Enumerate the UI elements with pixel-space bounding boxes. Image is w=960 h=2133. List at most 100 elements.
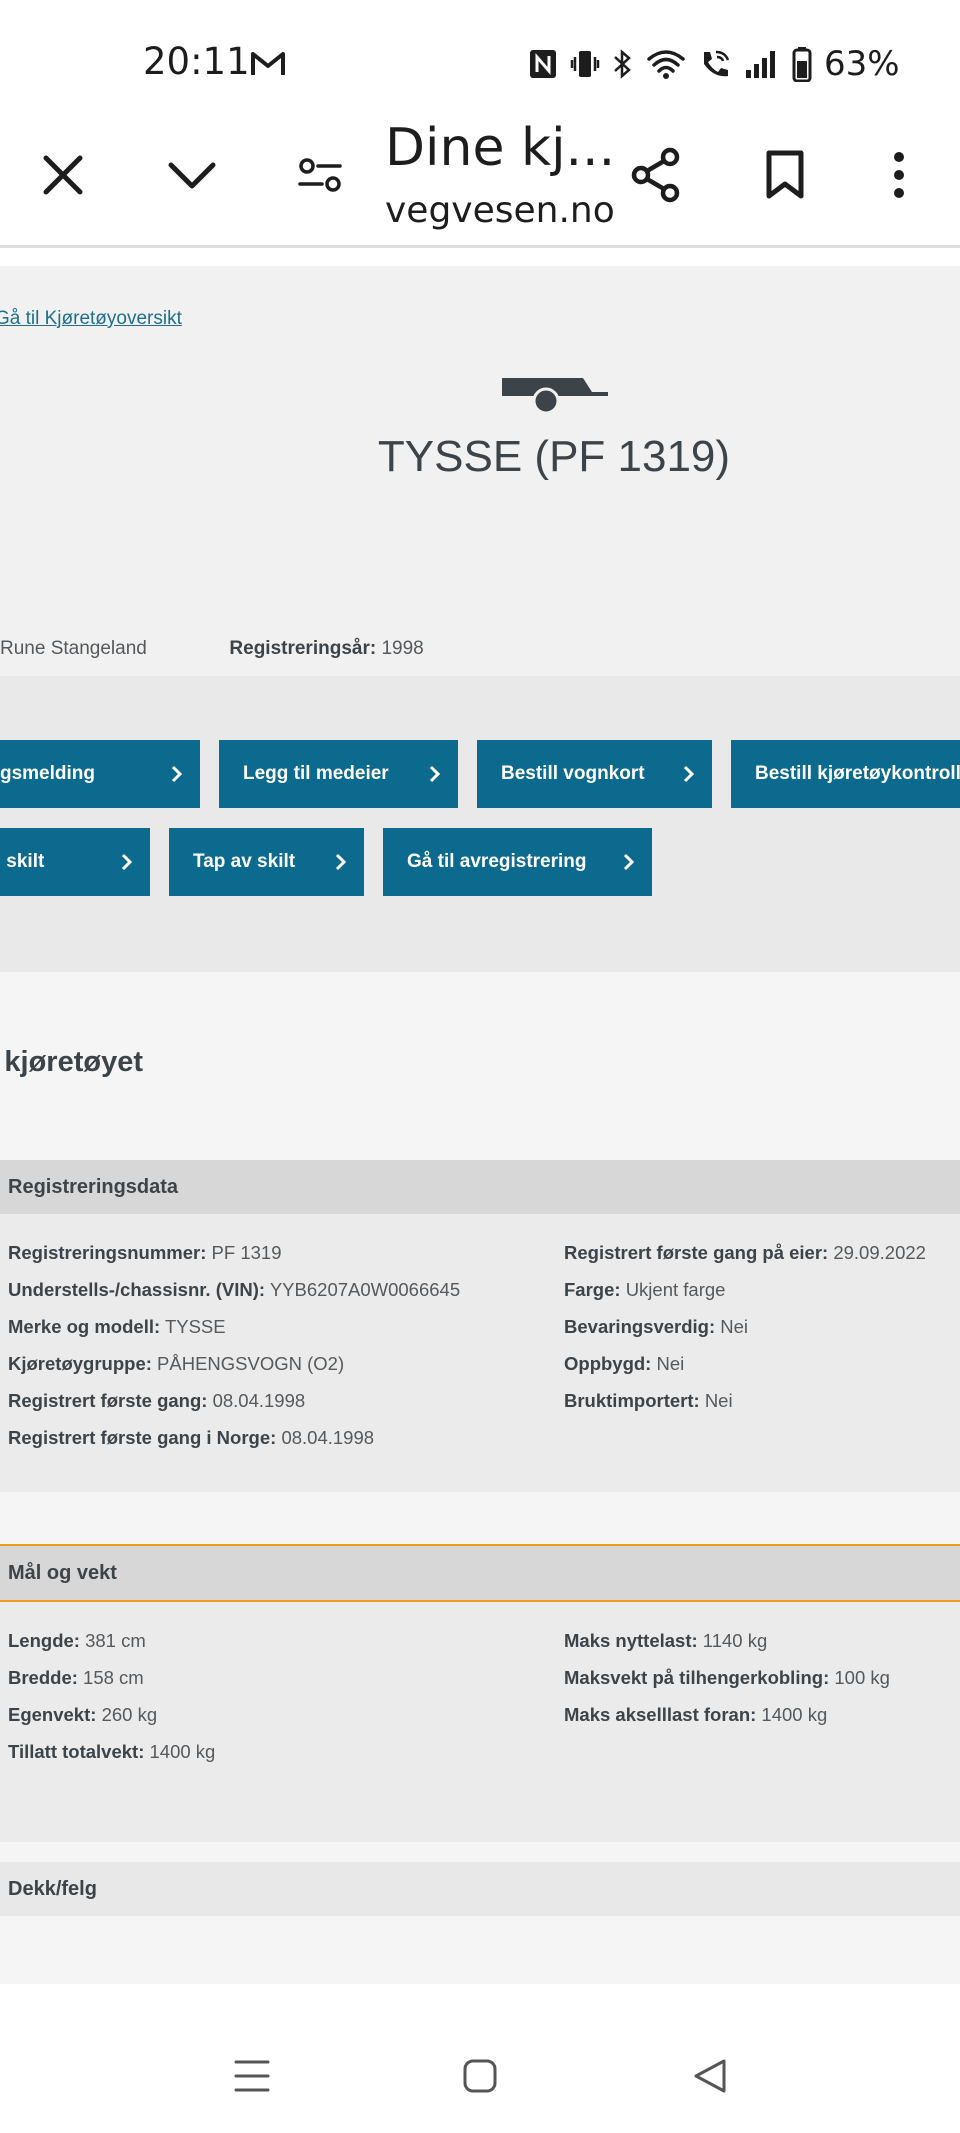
data-value: 260 kg [101, 1704, 158, 1725]
data-row: Lengde: 381 cm [8, 1630, 146, 1652]
order-registration-card-button[interactable]: Bestill vognkort [477, 740, 712, 808]
trailer-icon [502, 378, 608, 415]
data-value: Nei [704, 1390, 733, 1411]
data-label: Farge: [564, 1279, 621, 1300]
more-options-button[interactable] [864, 140, 934, 210]
data-label: Egenvekt: [8, 1704, 97, 1725]
data-label: Bredde: [8, 1667, 78, 1688]
section-heading-text: Om kjøretøyet [0, 1046, 143, 1078]
data-row: Maksvekt på tilhengerkobling: 100 kg [564, 1667, 890, 1689]
bookmark-icon [766, 150, 804, 199]
url-domain[interactable]: vegvesen.no [385, 190, 615, 231]
data-label: Maks nyttelast: [564, 1630, 698, 1651]
chevron-right-icon [335, 853, 347, 871]
chevron-right-icon [171, 765, 183, 783]
chevron-right-icon [429, 765, 441, 783]
battery-percent: 63% [824, 44, 900, 84]
recent-apps-button[interactable] [222, 2046, 282, 2106]
reg-year-label: Registreringsår: [229, 638, 377, 659]
button-label: Tap av skilt [193, 851, 296, 872]
lost-plates-button[interactable]: Tap av skilt [169, 828, 364, 896]
page-settings-button[interactable] [285, 140, 355, 210]
share-icon [631, 147, 680, 203]
close-tab-button[interactable] [28, 140, 98, 210]
data-value: Ukjent farge [625, 1279, 726, 1300]
data-value: 1400 kg [149, 1741, 216, 1762]
accordion-dimensions-weight[interactable]: Mål og vekt [0, 1544, 960, 1602]
data-row: Bruktimportert: Nei [564, 1390, 733, 1412]
data-row: Registreringsnummer: PF 1319 [8, 1242, 281, 1264]
data-value: 381 cm [85, 1630, 146, 1651]
vehicle-title: TYSSE (PF 1319) [377, 432, 731, 481]
gmail-icon [251, 52, 285, 75]
order-vehicle-inspection-button[interactable]: Bestill kjøretøykontroll [731, 740, 960, 808]
button-label: Ny salgsmelding [0, 763, 95, 784]
order-plates-button[interactable]: Bestill skilt [0, 828, 150, 896]
data-label: Registrert første gang på eier: [564, 1242, 829, 1263]
back-button[interactable] [680, 2046, 740, 2106]
data-row: Oppbygd: Nei [564, 1353, 684, 1375]
data-value: 08.04.1998 [212, 1390, 306, 1411]
data-label: Understells-/chassisnr. (VIN): [8, 1279, 266, 1300]
button-label: Bestill skilt [0, 851, 45, 872]
new-sales-notice-button[interactable]: Ny salgsmelding [0, 740, 200, 808]
data-row: Tillatt totalvekt: 1400 kg [8, 1741, 215, 1763]
wifi-icon [647, 50, 685, 79]
tab-title[interactable]: Dine kj... [385, 118, 615, 178]
data-row: Merke og modell: TYSSE [8, 1316, 226, 1338]
owner-name: Rune Stangeland [0, 638, 147, 659]
accordion-title: Registreringsdata [8, 1175, 179, 1198]
wifi-calling-icon [704, 50, 730, 77]
accordion-tires-rims[interactable]: Dekk/felg [0, 1862, 960, 1916]
data-label: Maks akselllast foran: [564, 1704, 757, 1725]
back-to-overview-link[interactable]: Gå til Kjøretøyoversikt [0, 308, 182, 330]
data-row: Kjøretøygruppe: PÅHENGSVOGN (O2) [8, 1353, 344, 1375]
battery-icon [792, 47, 812, 82]
button-label: Bestill vognkort [501, 763, 645, 784]
home-button[interactable] [450, 2046, 510, 2106]
system-nav-bar [0, 2018, 960, 2133]
data-label: Registrert første gang: [8, 1390, 208, 1411]
data-label: Tillatt totalvekt: [8, 1741, 145, 1762]
add-co-owner-button[interactable]: Legg til medeier [219, 740, 458, 808]
section-heading: Om kjøretøyet [0, 1046, 143, 1079]
minimize-button[interactable] [157, 140, 227, 210]
nfc-icon [530, 50, 556, 78]
data-label: Lengde: [8, 1630, 80, 1651]
page-settings-icon [298, 158, 342, 192]
data-row: Bredde: 158 cm [8, 1667, 144, 1689]
bluetooth-icon [614, 49, 631, 79]
button-label: Bestill kjøretøykontroll [755, 763, 960, 784]
data-value: 158 cm [83, 1667, 144, 1688]
data-label: Kjøretøygruppe: [8, 1353, 152, 1374]
data-label: Oppbygd: [564, 1353, 652, 1374]
registration-data-panel: Registreringsnummer: PF 1319 Understells… [0, 1214, 960, 1492]
data-label: Merke og modell: [8, 1316, 161, 1337]
chevron-right-icon [121, 853, 133, 871]
share-button[interactable] [621, 140, 691, 210]
deregistration-button[interactable]: Gå til avregistrering [383, 828, 652, 896]
data-value: Nei [720, 1316, 749, 1337]
data-value: Nei [656, 1353, 685, 1374]
accordion-registration-data[interactable]: Registreringsdata [0, 1160, 960, 1214]
data-value: 1400 kg [761, 1704, 828, 1725]
data-value: 29.09.2022 [833, 1242, 926, 1263]
accordion-title: Mål og vekt [8, 1561, 117, 1584]
reg-year-value: 1998 [381, 638, 424, 659]
bookmark-button[interactable] [750, 140, 820, 210]
button-label: Legg til medeier [243, 763, 389, 784]
close-icon [43, 155, 83, 195]
home-icon [463, 2059, 497, 2093]
back-triangle-icon [694, 2059, 726, 2093]
data-label: Registrert første gang i Norge: [8, 1427, 277, 1448]
data-label: Maksvekt på tilhengerkobling: [564, 1667, 830, 1688]
data-row: Registrert første gang: 08.04.1998 [8, 1390, 305, 1412]
chevron-right-icon [683, 765, 695, 783]
data-label: Registreringsnummer: [8, 1242, 207, 1263]
browser-toolbar: Dine kj... vegvesen.no [0, 110, 960, 248]
data-row: Registrert første gang i Norge: 08.04.19… [8, 1427, 374, 1449]
action-buttons: Ny salgsmelding Legg til medeier Bestill… [0, 676, 960, 972]
data-label: Bruktimportert: [564, 1390, 700, 1411]
owner-line: Rune Stangeland Registreringsår: 1998 [0, 638, 424, 660]
chevron-down-icon [168, 162, 216, 189]
